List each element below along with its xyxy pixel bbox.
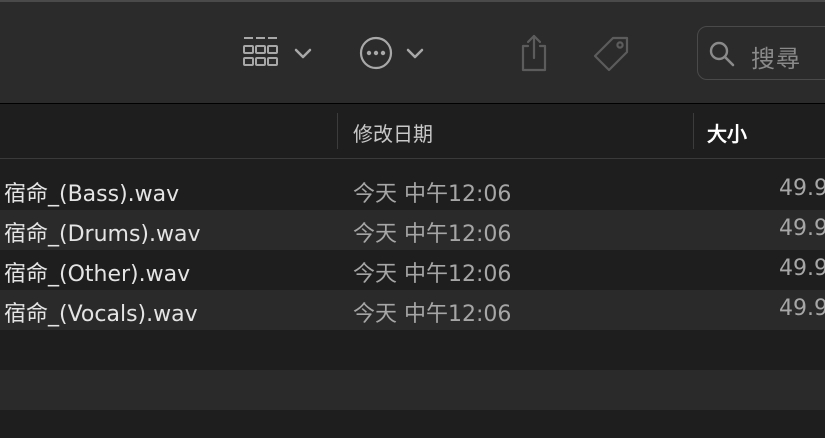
ellipsis-circle-icon xyxy=(359,36,393,70)
column-divider[interactable] xyxy=(337,113,338,149)
column-header-bar: 修改日期 大小 xyxy=(0,105,825,159)
file-name: 宿命_(Bass).wav xyxy=(4,182,180,207)
view-options-button[interactable] xyxy=(238,32,318,74)
column-divider[interactable] xyxy=(693,113,694,149)
file-date: 今天 中午12:06 xyxy=(353,182,512,207)
file-row[interactable]: 宿命_(Drums).wav 今天 中午12:06 49.9 xyxy=(0,210,825,250)
file-size: 49.9 xyxy=(779,256,825,281)
file-list: 宿命_(Bass).wav 今天 中午12:06 49.9 宿命_(Drums)… xyxy=(0,170,825,438)
file-date: 今天 中午12:06 xyxy=(353,302,512,327)
grid-view-icon xyxy=(243,37,278,66)
file-name: 宿命_(Vocals).wav xyxy=(4,302,198,327)
file-row[interactable]: 宿命_(Bass).wav 今天 中午12:06 49.9 xyxy=(0,170,825,210)
action-menu-button[interactable] xyxy=(356,32,428,74)
chevron-down-icon xyxy=(406,48,424,59)
column-header-size[interactable]: 大小 xyxy=(707,118,747,147)
file-name: 宿命_(Other).wav xyxy=(4,262,191,287)
file-size: 49.9 xyxy=(779,216,825,241)
chevron-down-icon xyxy=(294,48,312,59)
empty-row xyxy=(0,330,825,370)
tag-icon xyxy=(593,36,629,72)
share-button[interactable] xyxy=(512,30,556,76)
file-size: 49.9 xyxy=(779,176,825,201)
search-field[interactable]: 搜尋 xyxy=(697,26,825,80)
file-row[interactable]: 宿命_(Other).wav 今天 中午12:06 49.9 xyxy=(0,250,825,290)
file-date: 今天 中午12:06 xyxy=(353,262,512,287)
empty-row xyxy=(0,370,825,410)
tag-button[interactable] xyxy=(588,32,634,76)
column-header-date[interactable]: 修改日期 xyxy=(353,118,433,147)
share-icon xyxy=(521,34,547,72)
search-placeholder: 搜尋 xyxy=(751,45,801,73)
file-size: 49.9 xyxy=(779,296,825,321)
empty-row xyxy=(0,410,825,438)
search-icon xyxy=(709,41,735,67)
file-date: 今天 中午12:06 xyxy=(353,222,512,247)
file-name: 宿命_(Drums).wav xyxy=(4,222,201,247)
toolbar: 搜尋 xyxy=(0,0,825,104)
file-row[interactable]: 宿命_(Vocals).wav 今天 中午12:06 49.9 xyxy=(0,290,825,330)
finder-window: 搜尋 修改日期 大小 宿命_(Bass).wav 今天 中午12:06 49.9… xyxy=(0,0,825,438)
